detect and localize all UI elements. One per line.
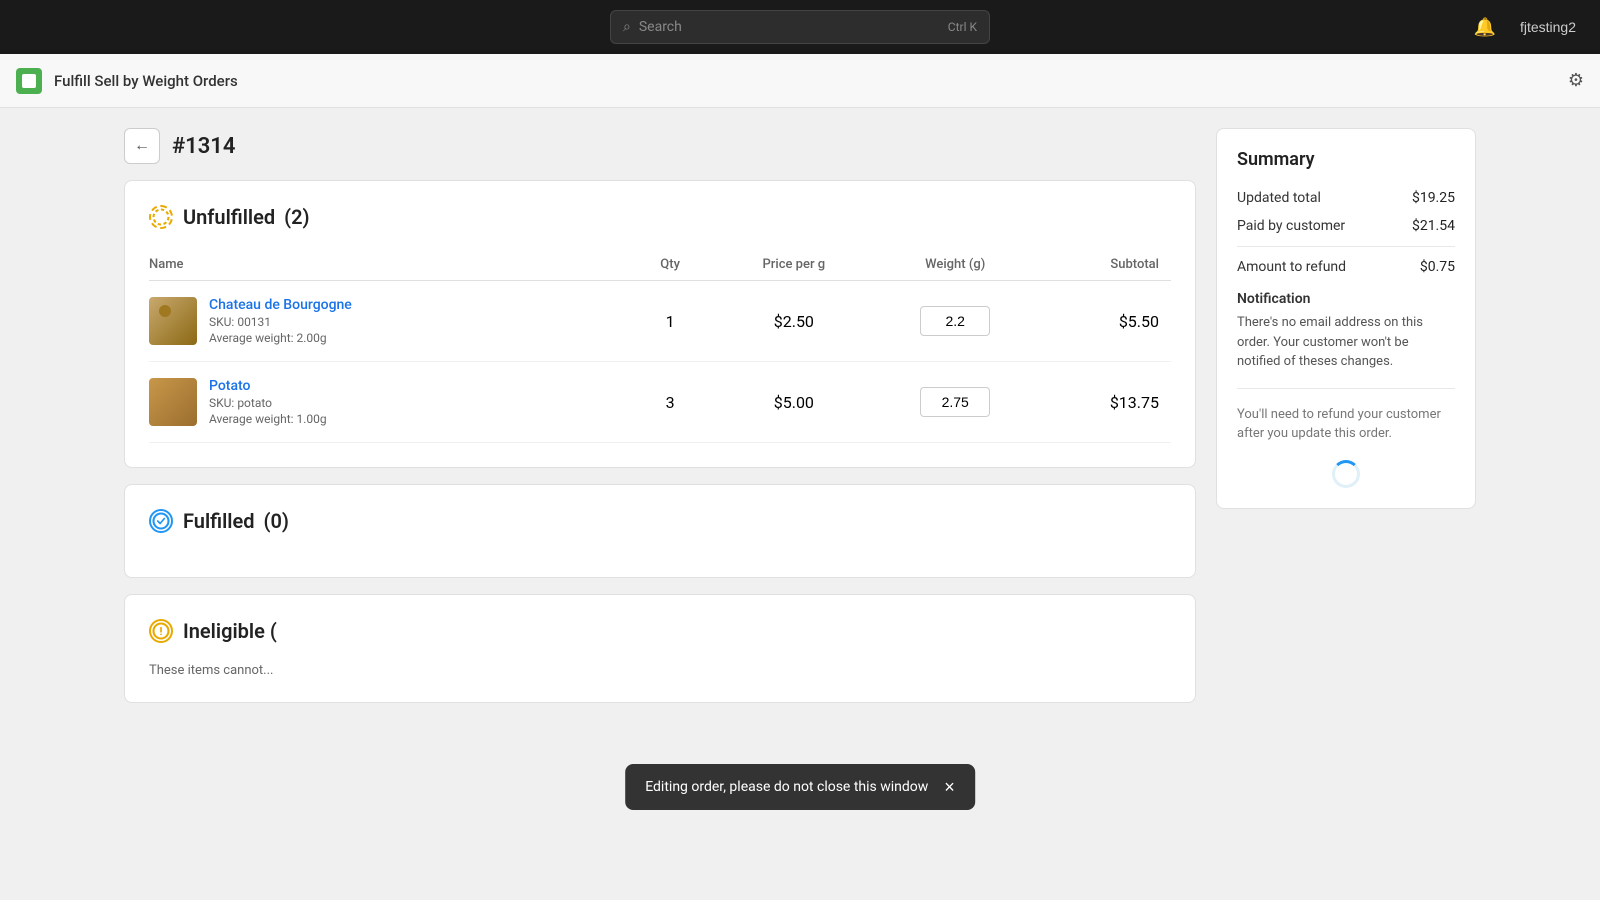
right-column: Summary Updated total $19.25 Paid by cus… — [1216, 128, 1476, 719]
fulfilled-card: Fulfilled (0) — [124, 484, 1196, 578]
item-details: Potato SKU: potato Average weight: 1.00g — [209, 378, 327, 426]
page-title: Fulfill Sell by Weight Orders — [54, 72, 238, 90]
item-price: $5.00 — [719, 362, 880, 443]
ineligible-status-icon — [149, 619, 173, 643]
item-avg-weight: Average weight: 1.00g — [209, 412, 327, 426]
weight-input-potato[interactable] — [920, 387, 990, 417]
toast-notification: Editing order, please do not close this … — [625, 764, 975, 810]
left-column: ← #1314 Unfulfilled (2) Na — [124, 128, 1196, 719]
topbar-right: 🔔 fjtesting2 — [1470, 13, 1584, 42]
summary-row-paid: Paid by customer $21.54 — [1237, 218, 1455, 234]
item-name[interactable]: Potato — [209, 378, 327, 394]
unfulfilled-header: Unfulfilled (2) — [149, 205, 1171, 229]
item-price: $2.50 — [719, 281, 880, 362]
notifications-button[interactable]: 🔔 — [1470, 13, 1500, 42]
fulfilled-title: Fulfilled (0) — [183, 509, 289, 533]
col-qty: Qty — [633, 249, 719, 281]
ineligible-card: Ineligible ( These items cannot... — [124, 594, 1196, 703]
unfulfilled-title: Unfulfilled (2) — [183, 205, 310, 229]
summary-divider — [1237, 246, 1455, 247]
settings-icon[interactable]: ⚙ — [1568, 70, 1584, 91]
item-avg-weight: Average weight: 2.00g — [209, 331, 352, 345]
summary-card: Summary Updated total $19.25 Paid by cus… — [1216, 128, 1476, 509]
unfulfilled-status-icon — [149, 205, 173, 229]
col-name: Name — [149, 249, 633, 281]
ineligible-title: Ineligible ( — [183, 619, 277, 643]
app-logo — [16, 68, 42, 94]
summary-label-paid: Paid by customer — [1237, 218, 1345, 234]
search-icon: ⌕ — [623, 19, 631, 35]
back-button[interactable]: ← — [124, 128, 160, 164]
back-icon: ← — [134, 137, 150, 155]
item-qty: 3 — [633, 362, 719, 443]
summary-amount-paid: $21.54 — [1412, 218, 1455, 234]
summary-amount-refund: $0.75 — [1420, 259, 1455, 275]
fulfilled-header: Fulfilled (0) — [149, 509, 1171, 533]
item-sku: SKU: 00131 — [209, 315, 352, 329]
topbar: ⌕ Search Ctrl K 🔔 fjtesting2 — [0, 0, 1600, 54]
item-image-cheese — [149, 297, 197, 345]
item-sku: SKU: potato — [209, 396, 327, 410]
search-bar[interactable]: ⌕ Search Ctrl K — [610, 10, 990, 44]
app-logo-inner — [22, 74, 36, 88]
item-info: Potato SKU: potato Average weight: 1.00g — [149, 378, 621, 426]
item-info: Chateau de Bourgogne SKU: 00131 Average … — [149, 297, 621, 345]
app-header: Fulfill Sell by Weight Orders ⚙ — [0, 54, 1600, 108]
item-name[interactable]: Chateau de Bourgogne — [209, 297, 352, 313]
summary-label-updated-total: Updated total — [1237, 190, 1321, 206]
order-header: ← #1314 — [124, 128, 1196, 164]
notification-text: There's no email address on this order. … — [1237, 313, 1455, 372]
notification-section: Notification There's no email address on… — [1237, 291, 1455, 372]
summary-amount-updated-total: $19.25 — [1412, 190, 1455, 206]
main-content: ← #1314 Unfulfilled (2) Na — [100, 108, 1500, 739]
item-subtotal: $13.75 — [1042, 362, 1171, 443]
item-details: Chateau de Bourgogne SKU: 00131 Average … — [209, 297, 352, 345]
toast-message: Editing order, please do not close this … — [645, 779, 928, 795]
summary-label-refund: Amount to refund — [1237, 259, 1346, 275]
col-weight-g: Weight (g) — [881, 249, 1042, 281]
unfulfilled-card: Unfulfilled (2) Name Qty Price per g Wei… — [124, 180, 1196, 468]
summary-row-refund: Amount to refund $0.75 — [1237, 259, 1455, 275]
search-placeholder: Search — [639, 19, 682, 35]
item-qty: 1 — [633, 281, 719, 362]
ineligible-header: Ineligible ( — [149, 619, 1171, 643]
refund-note: You'll need to refund your customer afte… — [1237, 388, 1455, 444]
order-number: #1314 — [172, 134, 235, 159]
item-image-potato — [149, 378, 197, 426]
notification-title: Notification — [1237, 291, 1455, 307]
unfulfilled-table: Name Qty Price per g Weight (g) Subtotal — [149, 249, 1171, 443]
toast-close-button[interactable]: × — [944, 778, 955, 796]
user-menu-button[interactable]: fjtesting2 — [1512, 15, 1584, 39]
fulfilled-status-icon — [149, 509, 173, 533]
weight-input-cheese[interactable] — [920, 306, 990, 336]
item-subtotal: $5.50 — [1042, 281, 1171, 362]
col-price-per-g: Price per g — [719, 249, 880, 281]
table-row: Potato SKU: potato Average weight: 1.00g… — [149, 362, 1171, 443]
summary-row-updated-total: Updated total $19.25 — [1237, 190, 1455, 206]
table-row: Chateau de Bourgogne SKU: 00131 Average … — [149, 281, 1171, 362]
ineligible-note: These items cannot... — [149, 663, 1171, 678]
search-shortcut: Ctrl K — [948, 20, 977, 34]
summary-title: Summary — [1237, 149, 1455, 170]
col-subtotal: Subtotal — [1042, 249, 1171, 281]
loading-spinner — [1332, 460, 1360, 488]
